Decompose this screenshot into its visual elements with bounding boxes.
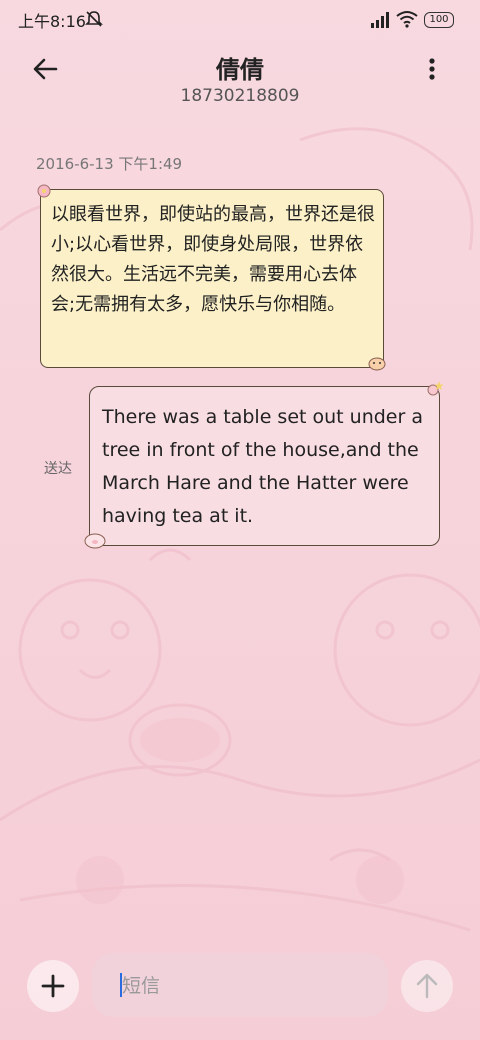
outgoing-message-text: There was a table set out under a tree i… — [102, 406, 423, 527]
message-input[interactable]: 短信 — [92, 953, 388, 1017]
add-attachment-button[interactable] — [27, 960, 79, 1012]
mute-bell-icon — [85, 11, 103, 27]
more-options-icon[interactable] — [420, 54, 444, 84]
star-sticker-icon — [427, 381, 444, 396]
battery-indicator: 100 — [424, 12, 454, 28]
signal-icon — [371, 12, 389, 28]
status-time: 上午8:16 — [18, 12, 86, 31]
message-input-placeholder: 短信 — [122, 975, 161, 997]
contact-name: 倩倩 — [216, 56, 264, 84]
bear-sticker-icon — [368, 357, 386, 371]
incoming-message-bubble[interactable]: 以眼看世界，即使站的最高，世界还是很小;以心看世界，即使身处局限，世界依然很大。… — [40, 189, 384, 368]
battery-level: 100 — [429, 14, 449, 25]
pig-sticker-icon — [84, 533, 106, 549]
flower-sticker-icon — [37, 184, 51, 198]
up-arrow-icon — [416, 973, 438, 999]
outgoing-message-bubble[interactable]: There was a table set out under a tree i… — [89, 386, 440, 546]
message-timestamp: 2016-6-13 下午1:49 — [36, 155, 183, 173]
contact-number: 18730218809 — [180, 86, 300, 106]
delivery-status: 送达 — [44, 461, 72, 477]
incoming-message-text: 以眼看世界，即使站的最高，世界还是很小;以心看世界，即使身处局限，世界依然很大。… — [51, 204, 375, 315]
plus-icon — [41, 974, 65, 998]
wifi-icon — [396, 11, 418, 28]
status-bar: 上午8:16 100 — [0, 0, 480, 40]
send-button[interactable] — [401, 960, 453, 1012]
